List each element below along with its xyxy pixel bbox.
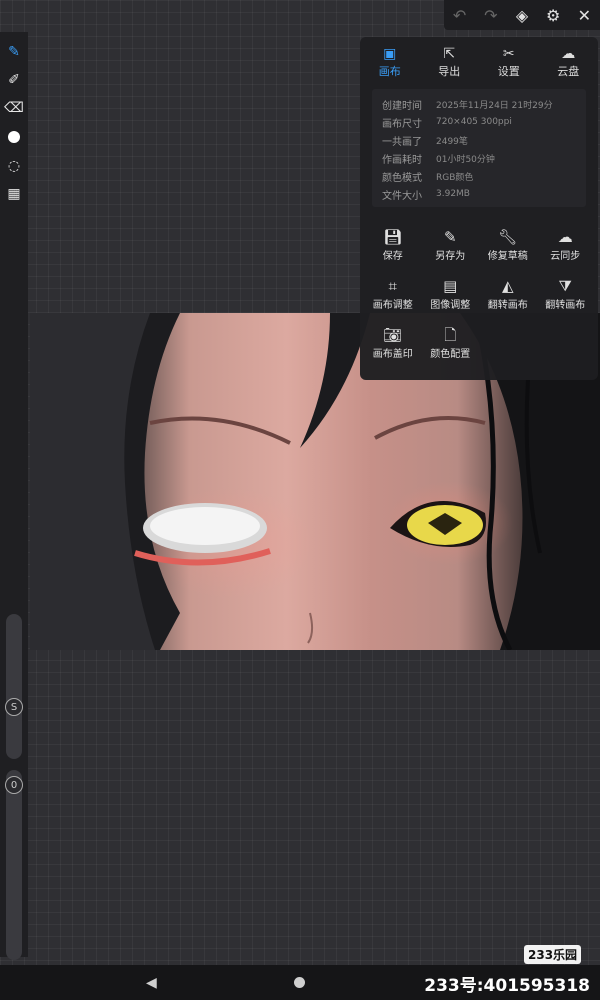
info-key: 画布尺寸 bbox=[382, 118, 422, 130]
opacity-slider[interactable] bbox=[6, 770, 22, 960]
action-label: 另存为 bbox=[435, 251, 466, 262]
cloud-drive-icon: ☁ bbox=[561, 46, 576, 62]
gear-icon[interactable]: ⚙ bbox=[542, 6, 564, 25]
info-value: 01小时50分钟 bbox=[436, 154, 495, 165]
info-key: 创建时间 bbox=[382, 100, 422, 112]
tab-cloud-drive[interactable]: ☁ 云盘 bbox=[542, 45, 594, 79]
save-as-button[interactable]: ✎ 另存为 bbox=[422, 227, 480, 262]
action-label: 画布盖印 bbox=[372, 349, 413, 360]
watermark-badge: 233乐园 bbox=[524, 945, 582, 964]
info-row-file-size: 文件大小 3.92MB bbox=[382, 185, 576, 203]
panel-tabs: ▣ 画布 ⇱ 导出 ✂ 设置 ☁ 云盘 bbox=[360, 37, 598, 79]
undo-icon[interactable]: ↶ bbox=[449, 6, 471, 25]
crop-icon: ⌗ bbox=[388, 277, 397, 295]
action-label: 翻转画布 bbox=[487, 300, 528, 311]
save-button[interactable]: 💾︎ 保存 bbox=[364, 227, 422, 262]
flip-vertical-button[interactable]: ⧩ 翻转画布 bbox=[537, 276, 595, 311]
info-key: 颜色模式 bbox=[382, 172, 422, 184]
action-label: 图像调整 bbox=[430, 300, 471, 311]
top-toolbar: ↶ ↷ ◈ ⚙ ✕ bbox=[444, 0, 600, 30]
flip-horizontal-button[interactable]: ◭ 翻转画布 bbox=[479, 276, 537, 311]
action-label: 翻转画布 bbox=[545, 300, 586, 311]
flip-vertical-icon: ⧩ bbox=[558, 277, 572, 295]
lasso-icon[interactable]: ◌ bbox=[4, 156, 24, 176]
camera-icon: 📷︎ bbox=[383, 326, 403, 344]
cloud-sync-button[interactable]: ☁ 云同步 bbox=[537, 227, 595, 262]
image-adjust-button[interactable]: ▤ 图像调整 bbox=[422, 276, 480, 311]
action-label: 颜色配置 bbox=[430, 349, 471, 360]
info-value: 3.92MB bbox=[436, 189, 470, 199]
tab-export[interactable]: ⇱ 导出 bbox=[423, 45, 475, 79]
grid-menu-icon[interactable]: ▦ bbox=[4, 184, 24, 204]
canvas-icon: ▣ bbox=[383, 46, 397, 62]
info-key: 文件大小 bbox=[382, 190, 422, 202]
color-picker-icon[interactable] bbox=[4, 127, 24, 147]
brush-size-slider[interactable] bbox=[6, 614, 22, 759]
home-icon[interactable] bbox=[294, 977, 305, 988]
eraser-icon[interactable]: ⌫ bbox=[4, 98, 24, 118]
settings-icon: ✂ bbox=[502, 46, 515, 62]
info-key: 一共画了 bbox=[382, 136, 422, 148]
left-toolbar: ✎ ✐ ⌫ ◌ ▦ S 0 bbox=[0, 32, 28, 960]
info-row-duration: 作画耗时 01小时50分钟 bbox=[382, 149, 576, 167]
tab-canvas[interactable]: ▣ 画布 bbox=[364, 45, 416, 79]
canvas-stamp-button[interactable]: 📷︎ 画布盖印 bbox=[364, 325, 422, 360]
color-config-icon: 🗋︎ bbox=[444, 326, 457, 344]
repair-draft-button[interactable]: 🔧︎ 修复草稿 bbox=[479, 227, 537, 262]
info-value: 2025年11月24日 21时29分 bbox=[436, 100, 553, 111]
tab-label: 设置 bbox=[497, 65, 520, 78]
flip-horizontal-icon: ◭ bbox=[501, 277, 514, 295]
save-as-icon: ✎ bbox=[443, 228, 457, 246]
size-slider-thumb[interactable]: S bbox=[5, 698, 23, 716]
info-row-color-mode: 颜色模式 RGB颜色 bbox=[382, 167, 576, 185]
tab-label: 导出 bbox=[438, 65, 461, 78]
info-row-size: 画布尺寸 720×405 300ppi bbox=[382, 113, 576, 131]
color-config-button[interactable]: 🗋︎ 颜色配置 bbox=[422, 325, 480, 360]
tab-label: 画布 bbox=[378, 65, 401, 78]
watermark-id: 233号:401595318 bbox=[424, 976, 590, 996]
system-nav-bar: ◀ 233号:401595318 bbox=[0, 965, 600, 1000]
canvas-adjust-button[interactable]: ⌗ 画布调整 bbox=[364, 276, 422, 311]
info-value: RGB颜色 bbox=[436, 172, 474, 183]
layers-icon[interactable]: ◈ bbox=[511, 6, 533, 25]
image-adjust-icon: ▤ bbox=[443, 277, 458, 295]
action-label: 修复草稿 bbox=[487, 251, 528, 262]
info-row-created: 创建时间 2025年11月24日 21时29分 bbox=[382, 95, 576, 113]
action-label: 保存 bbox=[382, 251, 403, 262]
back-icon[interactable]: ◀ bbox=[146, 975, 157, 991]
opacity-slider-thumb[interactable]: 0 bbox=[5, 776, 23, 794]
canvas-actions: 💾︎ 保存 ✎ 另存为 🔧︎ 修复草稿 ☁ 云同步 ⌗ 画布调整 ▤ 图像调整 … bbox=[360, 227, 598, 360]
export-icon: ⇱ bbox=[443, 46, 456, 62]
info-key: 作画耗时 bbox=[382, 154, 422, 166]
info-value: 2499笔 bbox=[436, 136, 468, 147]
save-icon: 💾︎ bbox=[383, 228, 403, 246]
redo-icon[interactable]: ↷ bbox=[480, 6, 502, 25]
action-label: 云同步 bbox=[550, 251, 581, 262]
action-label: 画布调整 bbox=[372, 300, 413, 311]
close-icon[interactable]: ✕ bbox=[573, 6, 595, 25]
tab-settings[interactable]: ✂ 设置 bbox=[483, 45, 535, 79]
wrench-icon: 🔧︎ bbox=[498, 228, 518, 246]
cloud-sync-icon: ☁ bbox=[557, 228, 573, 246]
tab-label: 云盘 bbox=[557, 65, 580, 78]
info-value: 720×405 300ppi bbox=[436, 117, 512, 127]
smudge-icon[interactable]: ✐ bbox=[4, 70, 24, 90]
canvas-menu-panel: ▣ 画布 ⇱ 导出 ✂ 设置 ☁ 云盘 创建时间 2025年11月24日 21时… bbox=[360, 37, 598, 380]
info-row-strokes: 一共画了 2499笔 bbox=[382, 131, 576, 149]
pen-icon[interactable]: ✎ bbox=[4, 42, 24, 62]
canvas-info: 创建时间 2025年11月24日 21时29分 画布尺寸 720×405 300… bbox=[372, 89, 586, 207]
